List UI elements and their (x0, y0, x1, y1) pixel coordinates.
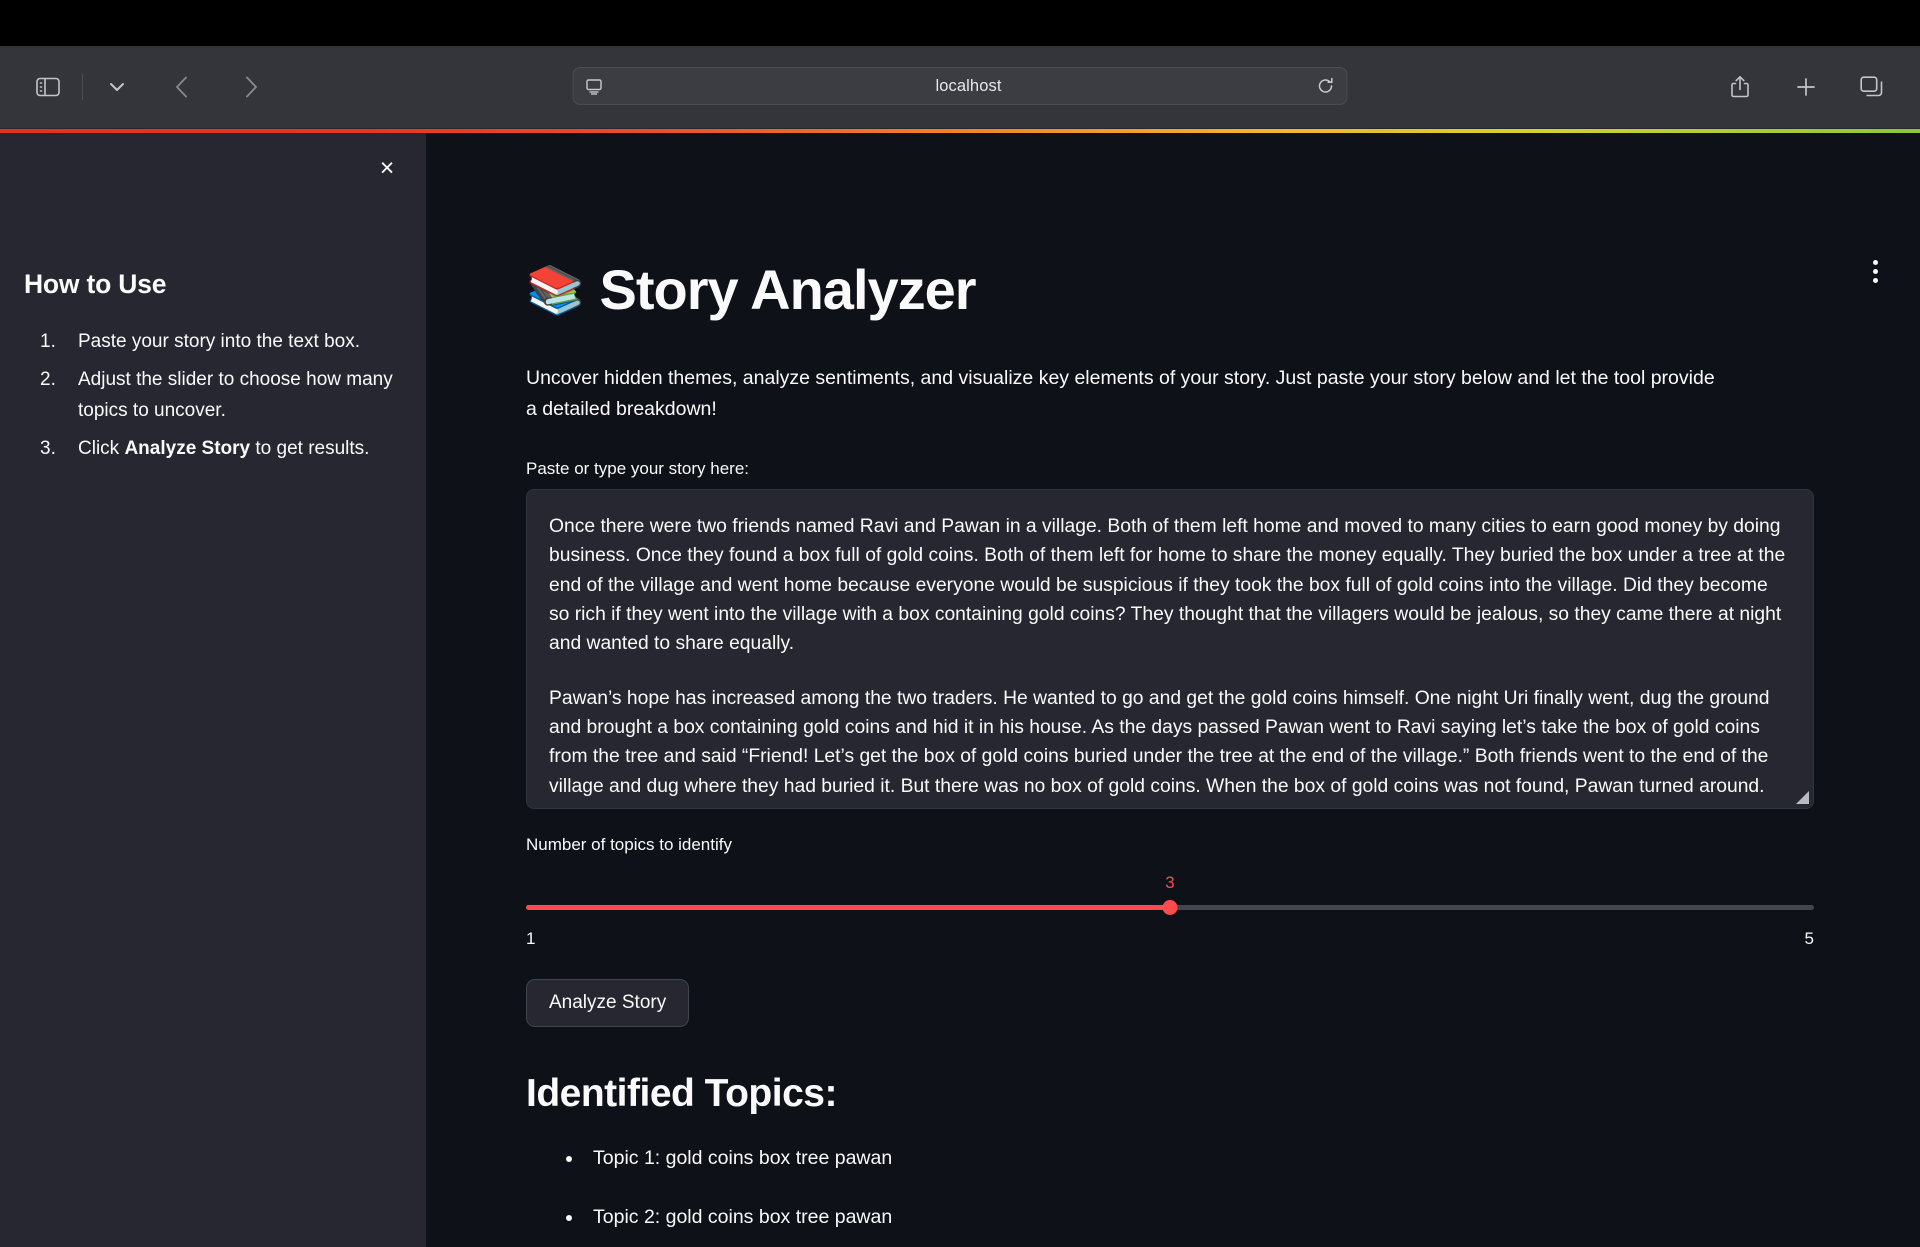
slider-label: Number of topics to identify (526, 835, 732, 855)
step-text: Paste your story into the text box. (78, 331, 360, 352)
slider-max-label: 5 (1804, 929, 1814, 949)
tabs-icon[interactable] (1850, 65, 1894, 109)
address-bar-container: localhost (572, 67, 1348, 105)
plus-icon[interactable] (1784, 65, 1828, 109)
story-input-label: Paste or type your story here: (526, 459, 749, 479)
kebab-menu-icon[interactable] (1858, 254, 1892, 288)
how-to-use-list: Paste your story into the text box. Adju… (24, 327, 402, 465)
url-text: localhost (935, 76, 1002, 95)
list-item: Click Analyze Story to get results. (24, 434, 402, 465)
sidebar-heading: How to Use (24, 269, 167, 299)
page-title: 📚 Story Analyzer (526, 259, 1716, 321)
books-icon: 📚 (526, 262, 585, 316)
step-bold-text: Analyze Story (124, 438, 251, 460)
app-accent-bar (0, 129, 1920, 133)
browser-toolbar: localhost (0, 46, 1920, 129)
page-title-text: Story Analyzer (599, 258, 977, 321)
identified-topics-list: Topic 1: gold coins box tree pawan Topic… (526, 1144, 1716, 1247)
chevron-down-icon[interactable] (95, 65, 139, 109)
share-icon[interactable] (1718, 65, 1762, 109)
sidebar-close-button[interactable]: × (370, 151, 404, 185)
list-item: Paste your story into the text box. (24, 327, 402, 358)
slider-thumb[interactable] (1162, 900, 1178, 916)
streamlit-app: × How to Use Paste your story into the t… (0, 129, 1920, 1247)
list-item: Topic 2: gold coins box tree pawan (526, 1203, 1716, 1232)
display-icon (586, 78, 603, 95)
story-paragraph: Once there were two friends named Ravi a… (549, 516, 1786, 655)
slider-fill (526, 905, 1170, 911)
back-arrow-icon[interactable] (159, 65, 203, 109)
analyze-story-button[interactable]: Analyze Story (526, 979, 690, 1028)
main-content: 📚 Story Analyzer Uncover hidden themes, … (426, 129, 1920, 1247)
address-bar[interactable]: localhost (572, 67, 1348, 105)
toolbar-right-group (1718, 65, 1894, 109)
window-title-bar (0, 0, 1920, 46)
content-container: 📚 Story Analyzer Uncover hidden themes, … (426, 129, 1826, 1247)
app-sidebar: × How to Use Paste your story into the t… (0, 129, 426, 1247)
slider-range-labels: 1 5 (526, 929, 1814, 949)
kebab-dot (1872, 277, 1878, 283)
story-textarea[interactable]: Once there were two friends named Ravi a… (526, 489, 1814, 810)
toolbar-divider (82, 74, 83, 100)
forward-arrow-icon[interactable] (229, 65, 273, 109)
topics-slider-block: Number of topics to identify 3 1 5 (526, 835, 1814, 949)
sidebar-content: How to Use Paste your story into the tex… (24, 129, 402, 465)
slider-control[interactable]: 3 (526, 873, 1814, 923)
kebab-dot (1872, 259, 1878, 265)
step-text: Click (78, 438, 125, 460)
results-heading: Identified Topics: (526, 1072, 837, 1116)
sidebar-toggle-icon[interactable] (26, 65, 70, 109)
kebab-dot (1872, 268, 1878, 274)
reload-icon[interactable] (1317, 77, 1335, 95)
step-text: Adjust the slider to choose how many top… (78, 369, 393, 421)
toolbar-left-group (26, 65, 273, 109)
slider-min-label: 1 (526, 929, 536, 949)
page-description: Uncover hidden themes, analyze sentiment… (526, 366, 1715, 421)
story-paragraph: Pawan’s hope has increased among the two… (549, 687, 1770, 797)
list-item: Adjust the slider to choose how many top… (24, 365, 402, 426)
textarea-resize-handle[interactable] (1795, 790, 1809, 805)
list-item: Topic 1: gold coins box tree pawan (526, 1144, 1716, 1173)
step-text-after: to get results. (250, 438, 370, 460)
slider-value-label: 3 (1165, 873, 1175, 893)
